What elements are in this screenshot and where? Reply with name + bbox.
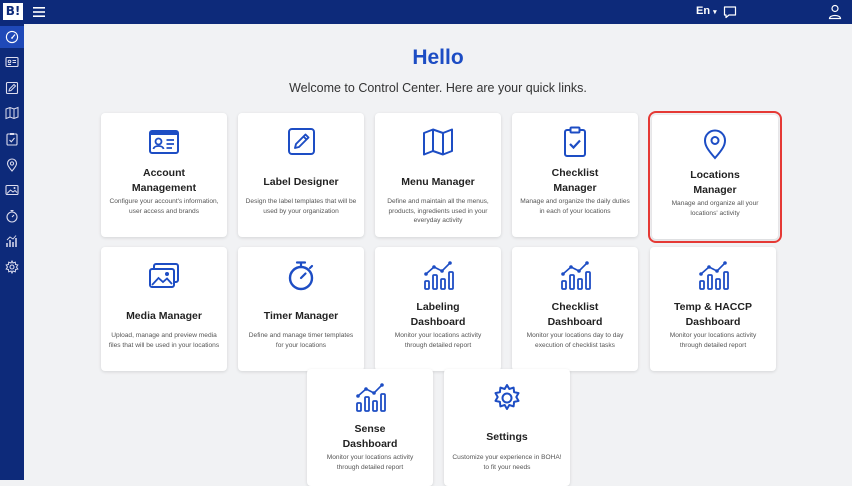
card-title: Labeling Dashboard — [410, 301, 466, 328]
main-content: Hello Welcome to Control Center. Here ar… — [24, 24, 852, 486]
sidebar-item-locations[interactable] — [5, 158, 19, 172]
boha-logo[interactable]: B! — [3, 3, 23, 20]
card-description: Define and manage timer templates for you… — [248, 332, 354, 349]
card-description: Configure your account's information, use… — [109, 198, 219, 215]
timer-icon — [238, 259, 364, 293]
card-description: Customize your experience in BOHA! to fit… — [452, 454, 562, 471]
card-media-manager[interactable]: Media Manager Upload, manage and preview… — [101, 247, 227, 371]
card-title: Checklist Dashboard — [547, 301, 603, 328]
image-icon — [5, 184, 19, 196]
card-checklist-dashboard[interactable]: Checklist Dashboard Monitor your location… — [512, 247, 638, 371]
sidebar-item-label-designer[interactable] — [5, 81, 19, 95]
sidebar-item-menu-manager[interactable] — [5, 106, 19, 120]
card-timer-manager[interactable]: Timer Manager Define and manage timer te… — [238, 247, 364, 371]
card-locations-manager[interactable]: Locations Manager Manage and organize all… — [648, 111, 782, 243]
chart-icon — [650, 259, 776, 293]
card-title: Account Management — [131, 167, 197, 194]
language-label: En — [696, 5, 711, 17]
welcome-text: Welcome to Control Center. Here are your… — [289, 81, 587, 95]
pencil-icon — [238, 125, 364, 159]
card-title: Locations Manager — [690, 169, 740, 196]
card-sense-dashboard[interactable]: Sense Dashboard Monitor your locations ac… — [307, 369, 433, 486]
chart-icon — [375, 259, 501, 293]
card-title: Label Designer — [263, 176, 339, 188]
language-selector[interactable]: En ▾ — [696, 5, 717, 17]
sidebar-item-media[interactable] — [5, 183, 19, 197]
card-title: Timer Manager — [263, 310, 339, 322]
sidebar-item-settings[interactable] — [5, 259, 19, 275]
card-title: Menu Manager — [401, 176, 475, 188]
card-description: Define and maintain all the menus, produc… — [387, 198, 489, 225]
card-description: Monitor your locations activity through d… — [326, 454, 414, 471]
sidebar — [0, 24, 24, 480]
menu-icon[interactable] — [32, 5, 46, 19]
card-account-management[interactable]: Account Management Configure your account… — [101, 113, 227, 237]
card-title: Temp & HACCP Dashboard — [674, 301, 752, 328]
pencil-icon — [5, 81, 19, 95]
card-temp-haccp-dashboard[interactable]: Temp & HACCP Dashboard Monitor your locat… — [650, 247, 776, 371]
sidebar-item-checklist[interactable] — [5, 132, 19, 146]
clipboard-check-icon — [512, 125, 638, 159]
card-description: Monitor your locations activity through d… — [394, 332, 482, 349]
card-description: Manage and organize the daily duties in e… — [520, 198, 630, 215]
card-settings[interactable]: Settings Customize your experience in BO… — [444, 369, 570, 486]
card-description: Manage and organize all your locations' a… — [671, 200, 759, 217]
chart-icon — [512, 259, 638, 293]
id-card-icon — [5, 56, 19, 68]
chart-icon — [307, 381, 433, 415]
clipboard-check-icon — [6, 133, 18, 146]
chat-icon[interactable] — [722, 4, 738, 20]
location-pin-icon — [652, 127, 778, 161]
card-title: Checklist Manager — [551, 167, 599, 194]
timer-icon — [6, 209, 18, 223]
sidebar-item-account[interactable] — [5, 55, 19, 69]
card-labeling-dashboard[interactable]: Labeling Dashboard Monitor your locations… — [375, 247, 501, 371]
card-description: Upload, manage and preview media files th… — [108, 332, 220, 349]
gear-icon — [5, 259, 19, 275]
card-title: Sense Dashboard — [342, 423, 398, 450]
gear-icon — [444, 381, 570, 415]
top-bar: B! En ▾ — [0, 0, 852, 24]
card-title: Settings — [486, 431, 528, 443]
card-description: Monitor your locations day to day executi… — [526, 332, 624, 349]
map-icon — [375, 125, 501, 159]
chart-icon — [6, 235, 17, 247]
map-icon — [5, 106, 19, 120]
card-label-designer[interactable]: Label Designer Design the label template… — [238, 113, 364, 237]
user-icon[interactable] — [828, 3, 842, 20]
card-description: Design the label templates that will be u… — [245, 198, 357, 215]
image-icon — [101, 259, 227, 293]
sidebar-item-dashboards[interactable] — [5, 234, 19, 248]
chevron-down-icon: ▾ — [713, 9, 717, 16]
sidebar-item-dashboard[interactable] — [0, 26, 24, 48]
card-checklist-manager[interactable]: Checklist Manager Manage and organize the… — [512, 113, 638, 237]
sidebar-item-timer[interactable] — [5, 209, 19, 223]
location-pin-icon — [6, 158, 18, 172]
card-menu-manager[interactable]: Menu Manager Define and maintain all the… — [375, 113, 501, 237]
dashboard-gauge-icon — [5, 30, 19, 44]
card-title: Media Manager — [126, 310, 202, 322]
card-description: Monitor your locations activity through d… — [669, 332, 757, 349]
page-title: Hello — [412, 46, 464, 69]
id-card-icon — [101, 125, 227, 159]
